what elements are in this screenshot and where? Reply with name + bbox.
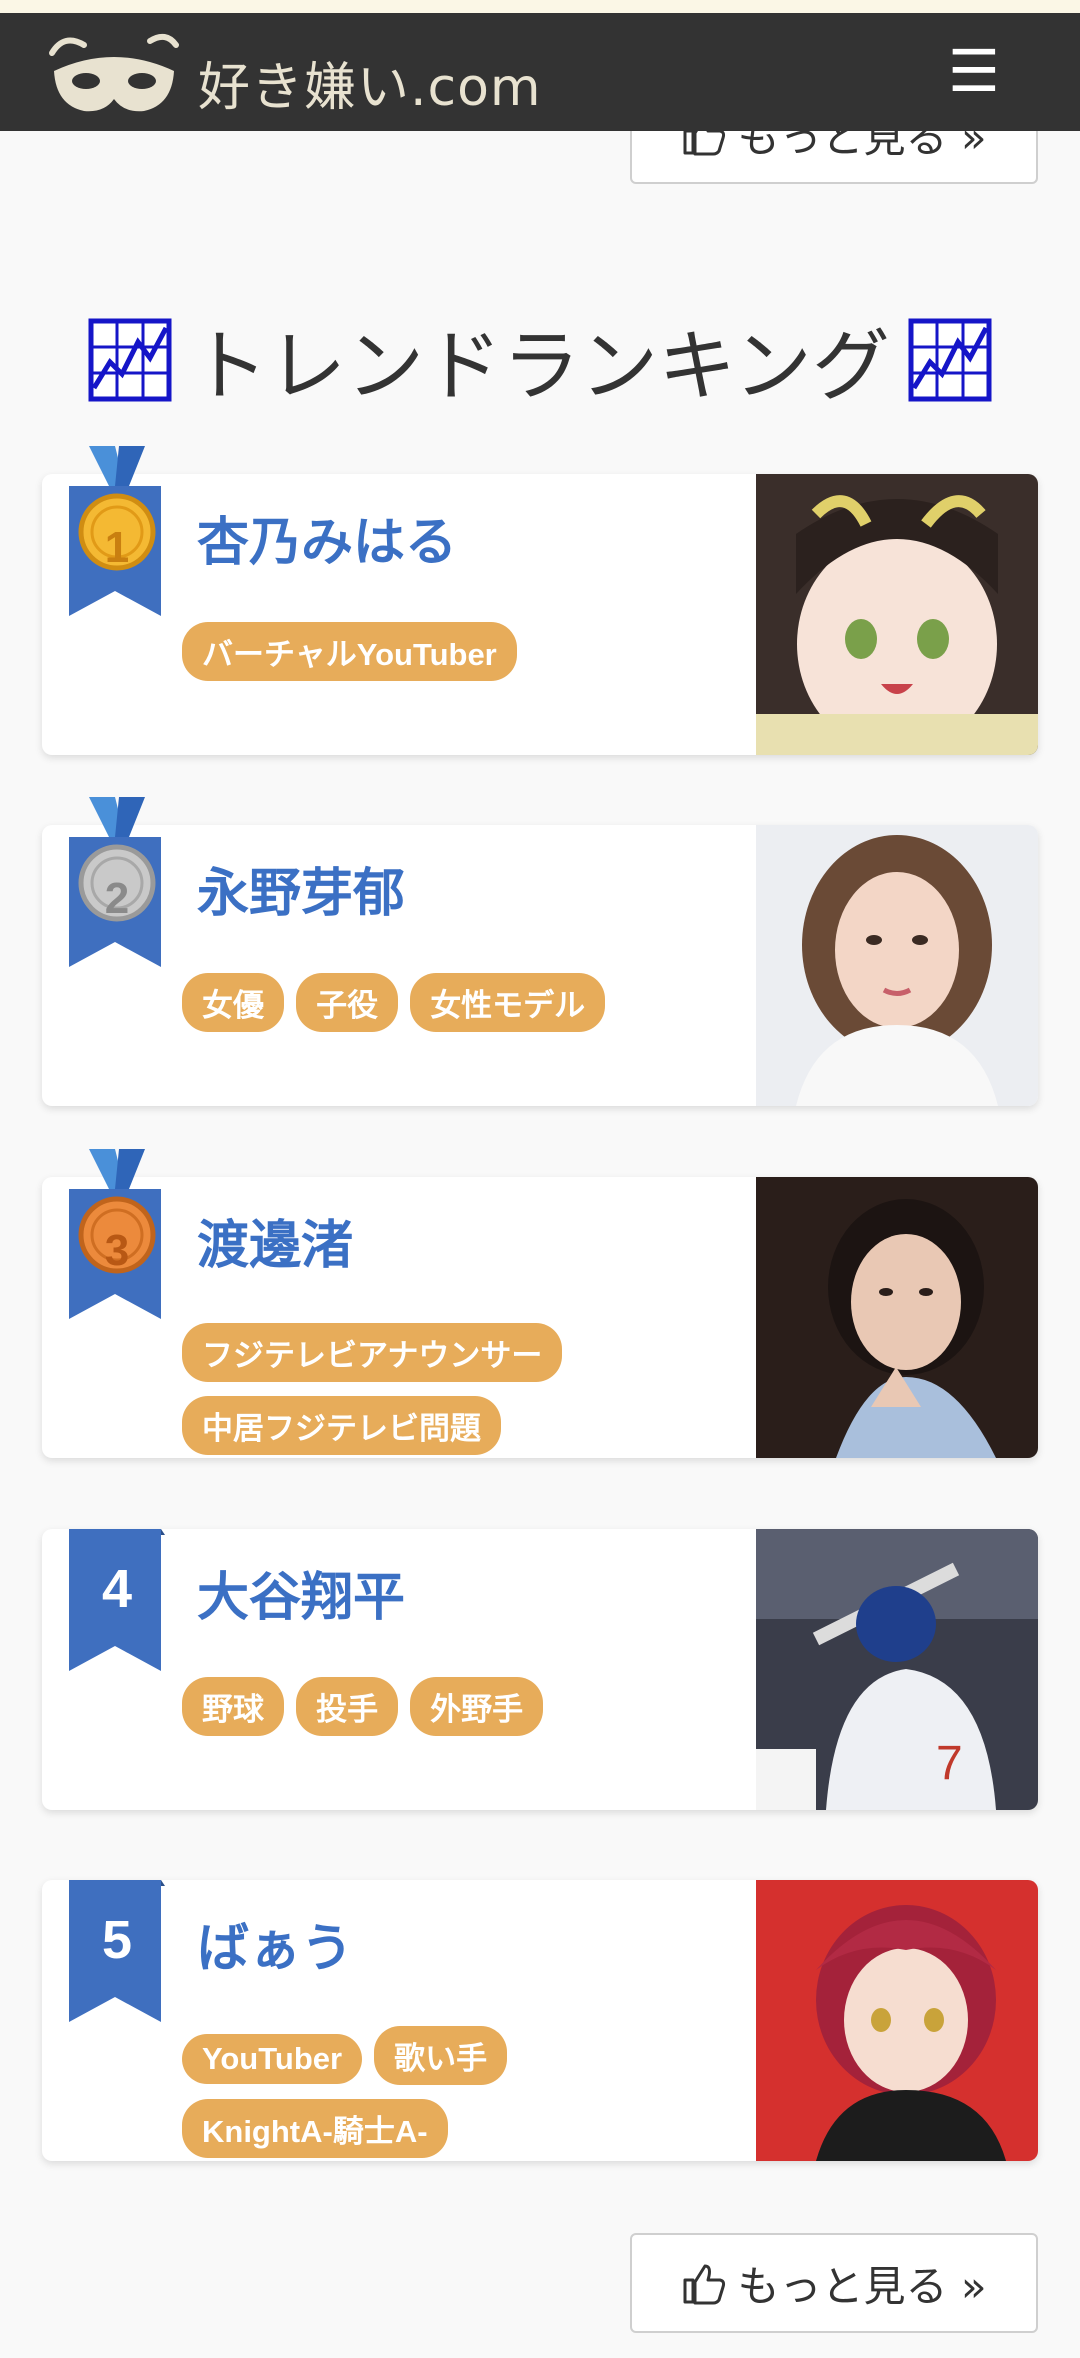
tag[interactable]: 野球 (182, 1677, 284, 1736)
tag[interactable]: フジテレビアナウンサー (182, 1323, 563, 1382)
more-button-label: もっと見る » (737, 2261, 987, 2311)
hamburger-menu-icon[interactable]: ☰ (944, 41, 1004, 101)
tag-list: YouTuber 歌い手 KnightA-騎士A- (182, 2026, 782, 2172)
person-name[interactable]: 渡邊渚 (197, 1203, 353, 1278)
ranking-card-4[interactable]: 4 大谷翔平 野球 投手 外野手 7 (42, 1529, 1038, 1810)
ranking-card-2[interactable]: 2 永野芽郁 女優 子役 女性モデル (42, 797, 1038, 1106)
person-name[interactable]: 杏乃みはる (197, 500, 457, 575)
tag[interactable]: 女性モデル (410, 973, 606, 1032)
tag[interactable]: YouTuber (182, 2034, 363, 2084)
rank-number: 4 (101, 1559, 133, 1619)
chart-icon (88, 318, 172, 402)
ranking-card-5[interactable]: 5 ばぁう YouTuber 歌い手 KnightA-騎士A- (42, 1880, 1038, 2161)
person-name[interactable]: ばぁう (197, 1906, 353, 1981)
person-photo[interactable] (756, 825, 1038, 1106)
status-strip (0, 0, 1080, 13)
svg-text:7: 7 (936, 1737, 963, 1790)
section-title: トレンドランキング (190, 322, 890, 412)
person-name[interactable]: 大谷翔平 (197, 1555, 405, 1630)
tag[interactable]: 中居フジテレビ問題 (182, 1396, 501, 1455)
person-photo[interactable] (756, 1177, 1038, 1458)
tag-list: 野球 投手 外野手 (182, 1677, 782, 1750)
person-photo[interactable] (756, 1880, 1038, 2161)
person-photo[interactable] (756, 474, 1038, 755)
rank-number: 2 (104, 874, 130, 923)
tag[interactable]: 歌い手 (374, 2026, 508, 2085)
tag[interactable]: 投手 (296, 1677, 399, 1736)
tag[interactable]: バーチャルYouTuber (182, 622, 517, 681)
section-heading: トレンドランキング (0, 300, 1080, 420)
tag[interactable]: 外野手 (410, 1677, 544, 1736)
tag[interactable]: 子役 (296, 973, 399, 1032)
rank-number: 1 (104, 523, 130, 572)
more-button-bottom[interactable]: もっと見る » (630, 2233, 1038, 2333)
person-name[interactable]: 永野芽郁 (197, 851, 405, 926)
rank-number: 3 (104, 1226, 130, 1275)
site-header: 好き嫌い.com ☰ (0, 13, 1080, 131)
tag-list: バーチャルYouTuber (182, 622, 782, 695)
tag-list: 女優 子役 女性モデル (182, 973, 782, 1046)
mask-logo-icon[interactable] (44, 23, 184, 123)
ranking-card-1[interactable]: 1 杏乃みはる バーチャルYouTuber (42, 446, 1038, 755)
chart-icon (908, 318, 992, 402)
tag[interactable]: KnightA-騎士A- (182, 2099, 448, 2158)
site-logo-text[interactable]: 好き嫌い.com (198, 45, 542, 120)
tag-list: フジテレビアナウンサー 中居フジテレビ問題 (182, 1323, 782, 1469)
thumbs-up-icon (683, 2264, 726, 2305)
tag[interactable]: 女優 (182, 973, 284, 1032)
ranking-card-3[interactable]: 3 渡邊渚 フジテレビアナウンサー 中居フジテレビ問題 (42, 1149, 1038, 1458)
person-photo[interactable]: 7 (756, 1529, 1038, 1810)
rank-number: 5 (101, 1910, 133, 1970)
